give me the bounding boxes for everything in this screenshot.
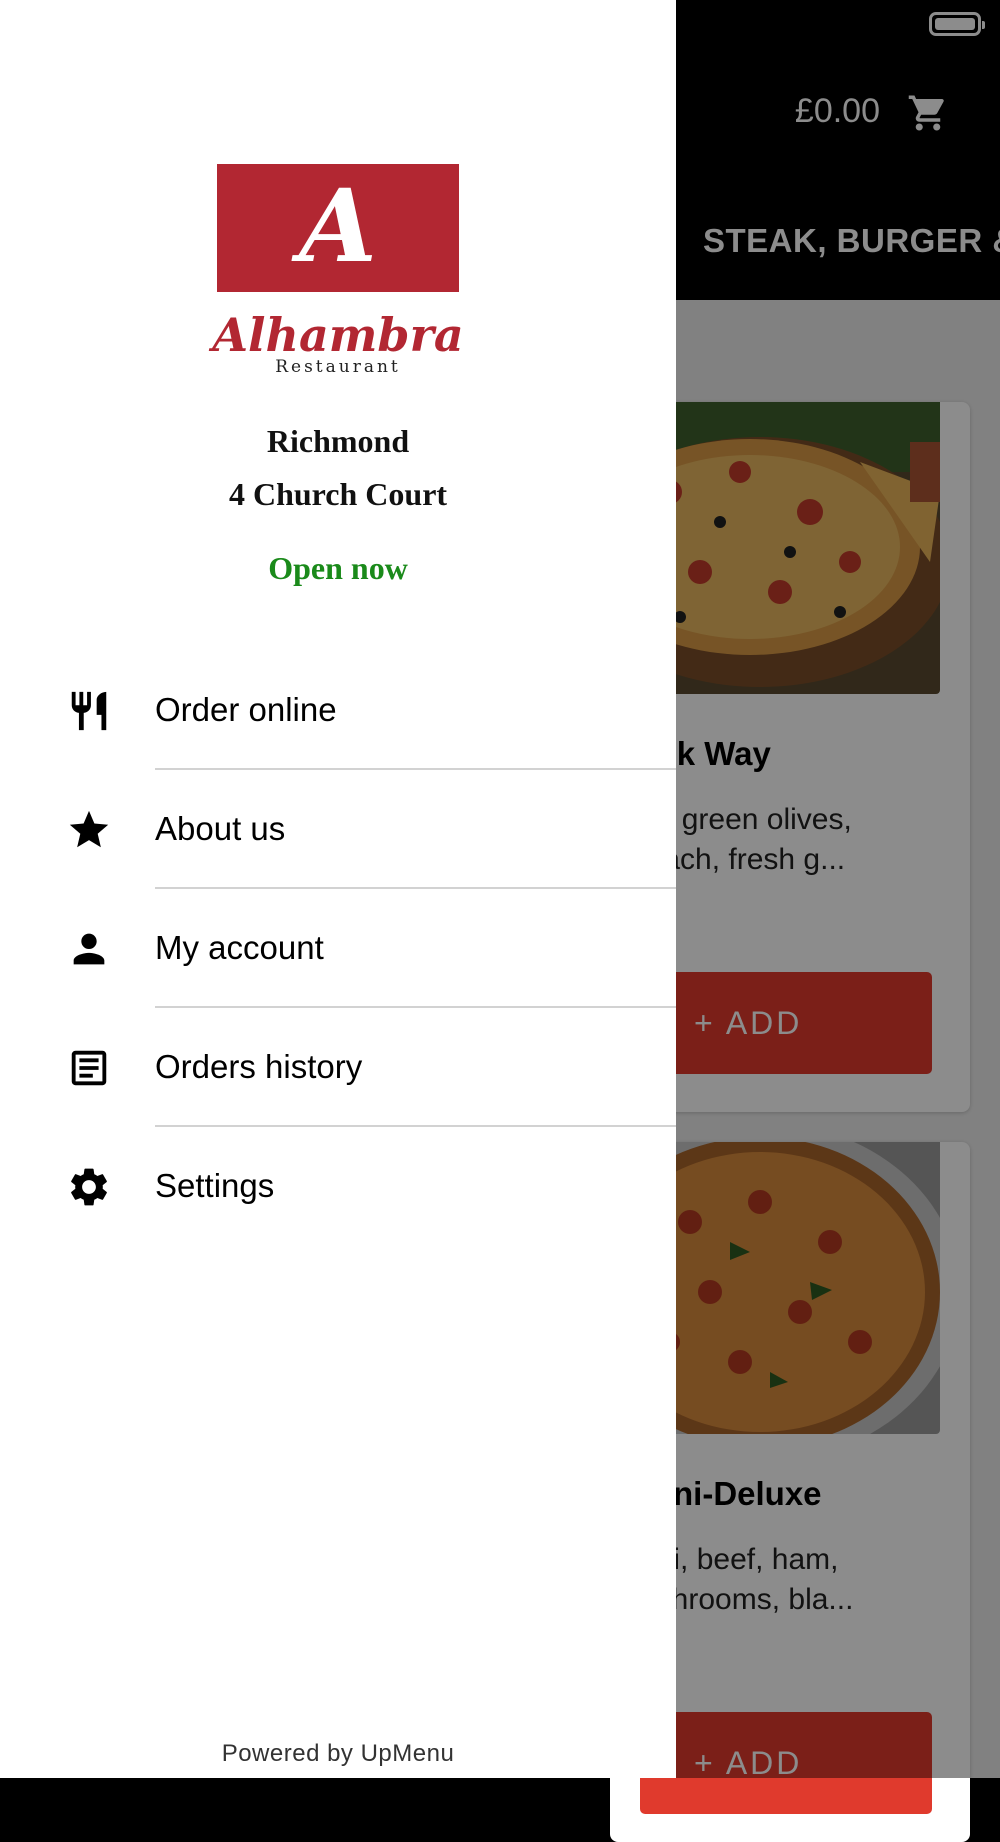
menu-item-label: Orders history [155, 1048, 363, 1085]
powered-by-footer[interactable]: Powered by UpMenu [0, 1740, 676, 1768]
navigation-drawer: A Alhambra Restaurant Richmond 4 Church … [0, 0, 676, 1778]
menu-item-label: My account [155, 929, 324, 966]
menu-item-about-us[interactable]: About us [0, 770, 676, 889]
menu-item-label: Settings [155, 1167, 275, 1204]
location-address: 4 Church Court [228, 476, 448, 512]
location-name: Richmond [266, 423, 410, 459]
restaurant-logo: A [217, 164, 459, 292]
logo-subtitle: Restaurant [275, 357, 401, 377]
menu-item-label: Order online [155, 691, 337, 728]
menu-item-settings[interactable]: Settings [0, 1127, 676, 1246]
logo-letter: A [299, 167, 377, 285]
person-icon [73, 933, 105, 965]
drawer-menu: Order online About us My account Orders … [0, 651, 676, 1246]
fork-knife-icon [71, 691, 107, 731]
menu-item-my-account[interactable]: My account [0, 889, 676, 1008]
menu-item-label: About us [155, 810, 286, 847]
logo-wordmark: Alhambra [212, 308, 464, 362]
star-icon [69, 810, 109, 848]
menu-item-orders-history[interactable]: Orders history [0, 1008, 676, 1127]
open-status: Open now [268, 550, 408, 586]
menu-item-order-online[interactable]: Order online [0, 651, 676, 770]
receipt-icon [71, 1050, 107, 1086]
gear-icon [71, 1168, 107, 1206]
